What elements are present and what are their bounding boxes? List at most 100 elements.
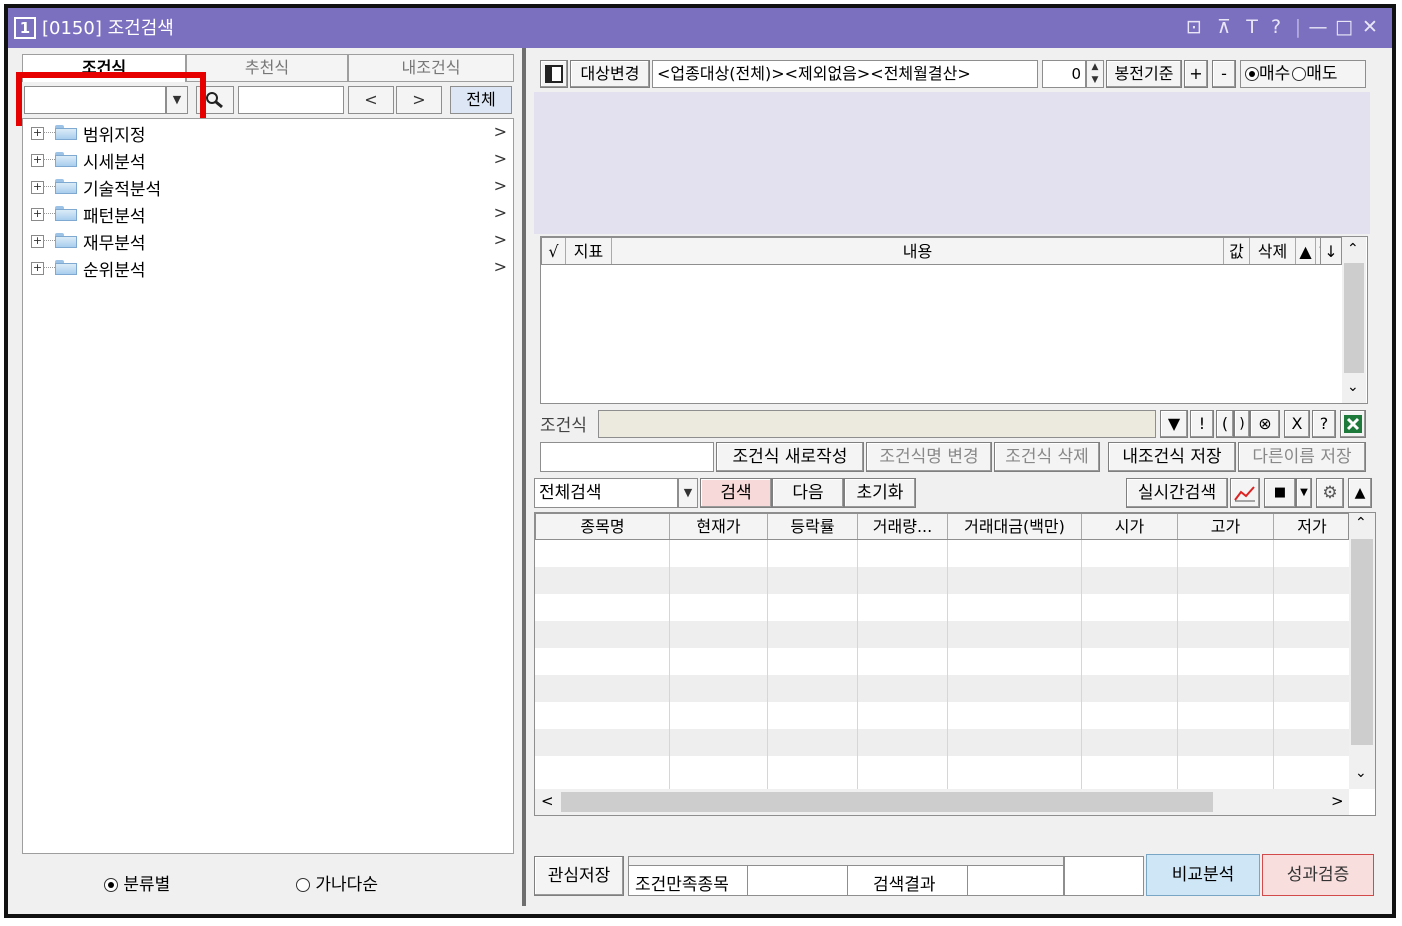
scroll-thumb[interactable] <box>561 792 1213 812</box>
excel-icon[interactable] <box>1340 410 1366 438</box>
scroll-down-icon[interactable]: ⌄ <box>1355 765 1367 781</box>
column-header[interactable]: 저가 <box>1274 514 1350 539</box>
minimize-icon[interactable]: — <box>1306 13 1330 41</box>
expand-icon[interactable]: + <box>31 154 44 167</box>
panel-toggle-icon[interactable] <box>540 60 568 88</box>
scroll-up-icon[interactable]: ⌃ <box>1355 515 1367 531</box>
condition-name-field[interactable] <box>238 86 344 114</box>
column-header[interactable]: 거래량... <box>858 514 948 539</box>
next-button[interactable]: > <box>396 86 442 114</box>
reset-button[interactable]: 초기화 <box>844 478 916 508</box>
collapse-up-icon[interactable]: ▲ <box>1348 478 1372 508</box>
tab-my-conditions[interactable]: 내조건식 <box>348 54 514 82</box>
tree-item-financial[interactable]: + 재무분석 > <box>23 228 513 255</box>
scroll-up-icon[interactable]: ⌃ <box>1347 241 1359 257</box>
maximize-icon[interactable]: □ <box>1332 13 1356 41</box>
pin-icon[interactable]: ⊼ <box>1212 13 1236 41</box>
save-as-button[interactable]: 다른이름 저장 <box>1238 442 1366 472</box>
column-header[interactable]: ▲ <box>1296 238 1316 264</box>
tree-item-range[interactable]: + 범위지정 > <box>23 120 513 147</box>
scroll-thumb[interactable] <box>1344 263 1364 373</box>
new-condition-button[interactable]: 조건식 새로작성 <box>716 442 864 472</box>
compare-analysis-button[interactable]: 비교분석 <box>1146 854 1260 896</box>
layout-dropdown-icon[interactable]: ▼ <box>1296 478 1312 508</box>
expand-icon[interactable]: + <box>31 235 44 248</box>
result-hscrollbar[interactable]: < > <box>535 789 1349 815</box>
radio-icon[interactable] <box>1292 67 1307 81</box>
prev-button[interactable]: < <box>348 86 394 114</box>
tree-item-technical[interactable]: + 기술적분석 > <box>23 174 513 201</box>
search-scope-select[interactable]: 전체검색 <box>534 478 678 508</box>
chart-icon[interactable] <box>1230 478 1260 508</box>
layout-icon[interactable]: ■ <box>1264 478 1296 508</box>
plus-button[interactable]: + <box>1184 60 1208 88</box>
performance-test-button[interactable]: 성과검증 <box>1262 854 1374 896</box>
scroll-right-icon[interactable]: > <box>1331 792 1344 810</box>
expand-icon[interactable]: + <box>31 127 44 140</box>
scroll-left-icon[interactable]: < <box>541 792 554 810</box>
next-results-button[interactable]: 다음 <box>772 478 844 508</box>
column-header[interactable]: √ <box>542 238 566 264</box>
delete-condition-button[interactable]: 조건식 삭제 <box>994 442 1100 472</box>
column-header[interactable]: ↓ <box>1320 237 1342 265</box>
panel-splitter[interactable] <box>522 48 526 906</box>
candle-count-field[interactable]: 0 <box>1042 60 1086 88</box>
column-header[interactable]: 값 <box>1224 238 1250 264</box>
scroll-down-icon[interactable]: ⌄ <box>1347 379 1359 395</box>
radio-icon[interactable] <box>1245 67 1259 81</box>
condition-name-input[interactable] <box>540 442 714 472</box>
change-target-button[interactable]: 대상변경 <box>570 60 650 88</box>
show-all-button[interactable]: 전체 <box>450 86 512 114</box>
expand-icon[interactable]: + <box>31 262 44 275</box>
help-icon[interactable]: ? <box>1264 13 1288 41</box>
gear-icon[interactable]: ⚙ <box>1316 478 1344 508</box>
scope-dropdown-icon[interactable]: ▼ <box>678 478 698 508</box>
font-icon[interactable]: T <box>1240 13 1264 41</box>
close-icon[interactable]: ✕ <box>1358 13 1382 41</box>
column-header[interactable]: 지표 <box>566 238 612 264</box>
condition-expression-field[interactable] <box>598 410 1156 438</box>
count-spinner[interactable]: ▲ ▼ <box>1086 60 1104 88</box>
radio-icon[interactable] <box>104 878 118 892</box>
scroll-thumb[interactable] <box>1351 539 1373 745</box>
indicator-scrollbar[interactable]: ⌃ ⌄ <box>1342 237 1366 403</box>
save-my-condition-button[interactable]: 내조건식 저장 <box>1108 442 1236 472</box>
sort-by-alphabet[interactable]: 가나다순 <box>296 870 378 895</box>
column-header[interactable]: 삭제 <box>1250 238 1296 264</box>
tab-recommended[interactable]: 추천식 <box>186 54 348 82</box>
column-header[interactable]: 현재가 <box>670 514 768 539</box>
buy-label[interactable]: 매수 <box>1259 64 1290 84</box>
clear-button[interactable]: X <box>1284 410 1310 438</box>
condition-dropdown-icon[interactable]: ▼ <box>1160 410 1188 438</box>
tree-item-rank[interactable]: + 순위분석 > <box>23 255 513 282</box>
result-vscrollbar[interactable]: ⌃ ⌄ <box>1349 513 1375 789</box>
column-header[interactable]: 종목명 <box>536 514 670 539</box>
minus-button[interactable]: - <box>1212 60 1236 88</box>
column-header[interactable]: 고가 <box>1178 514 1274 539</box>
open-paren-button[interactable]: ( <box>1216 410 1234 438</box>
sort-label: 가나다순 <box>315 875 378 895</box>
realtime-search-button[interactable]: 실시간검색 <box>1126 478 1228 508</box>
tree-item-pattern[interactable]: + 패턴분석 > <box>23 201 513 228</box>
condition-help-button[interactable]: ? <box>1312 410 1336 438</box>
rename-condition-button[interactable]: 조건식명 변경 <box>866 442 992 472</box>
close-paren-button[interactable]: ) <box>1234 410 1250 438</box>
column-header[interactable]: 시가 <box>1082 514 1178 539</box>
run-search-button[interactable]: 검색 <box>700 478 772 508</box>
basis-button[interactable]: 봉전기준 <box>1106 60 1182 88</box>
radio-icon[interactable] <box>296 878 310 892</box>
matched-label: 조건만족종목 <box>635 875 729 895</box>
expand-icon[interactable]: + <box>31 208 44 221</box>
restore-icon[interactable]: ⊡ <box>1182 13 1206 41</box>
sell-label[interactable]: 매도 <box>1306 64 1337 84</box>
expand-icon[interactable]: + <box>31 181 44 194</box>
folder-icon <box>55 179 77 194</box>
not-operator-button[interactable]: ! <box>1190 410 1214 438</box>
column-header[interactable]: 거래대금(백만) <box>948 514 1082 539</box>
xor-operator-button[interactable]: ⊗ <box>1250 410 1280 438</box>
watchlist-save-button[interactable]: 관심저장 <box>534 856 624 896</box>
column-header[interactable]: 내용 <box>612 238 1224 264</box>
tree-item-price[interactable]: + 시세분석 > <box>23 147 513 174</box>
sort-by-category[interactable]: 분류별 <box>104 870 170 895</box>
column-header[interactable]: 등락률 <box>768 514 858 539</box>
